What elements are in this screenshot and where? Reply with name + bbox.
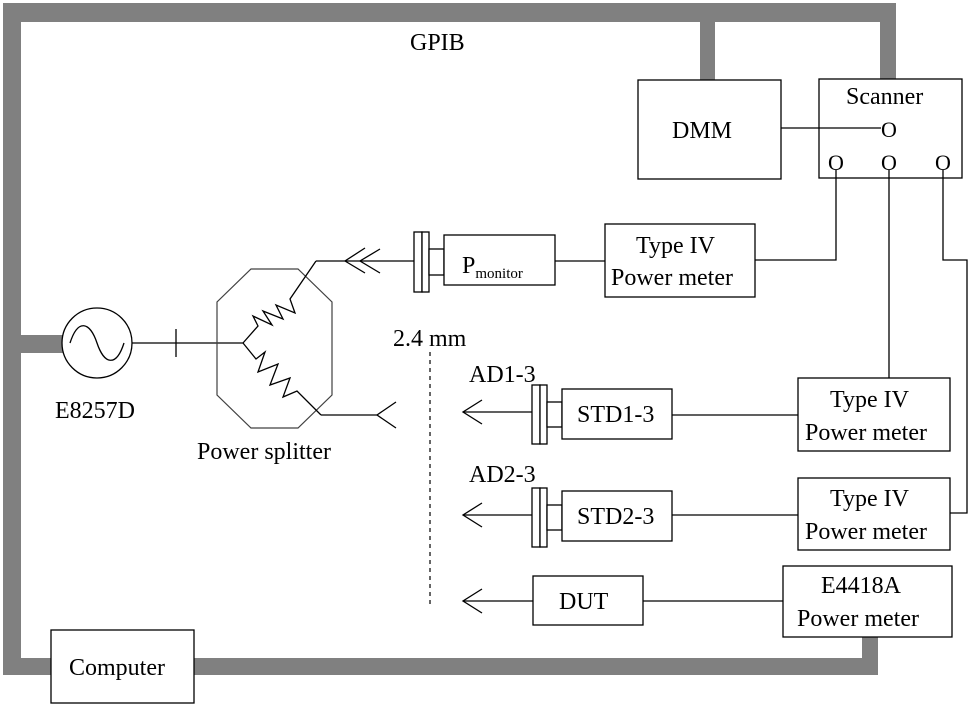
open-connector-icon [375, 401, 397, 429]
std1-connector-flange-2 [539, 384, 548, 445]
type-iv-meter-1-line1: Type IV [636, 233, 716, 259]
e4418a-meter: E4418A Power meter [782, 565, 953, 638]
splitter-label: Power splitter [197, 439, 331, 465]
type-iv-meter-2-line1: Type IV [830, 387, 910, 413]
power-splitter: Power splitter [197, 260, 333, 465]
connector-size-label: 2.4 mm [393, 326, 467, 352]
type-iv-meter-3-line1: Type IV [830, 486, 910, 512]
monitor-sensor: Pmonitor [443, 234, 556, 286]
std1-connector-neck [546, 401, 563, 428]
monitor-connector-flange-2 [421, 231, 430, 293]
type-iv-meter-2: Type IV Power meter [797, 377, 951, 452]
splitter-resistor-upper [242, 260, 317, 344]
type-iv-meter-2-line2: Power meter [805, 420, 927, 446]
type-iv-meter-1-line2: Power meter [611, 265, 733, 291]
e4418a-meter-line2: Power meter [797, 606, 919, 632]
monitor-sensor-main: P [462, 253, 475, 279]
type-iv-meter-1: Type IV Power meter [604, 223, 756, 298]
computer-label: Computer [69, 655, 165, 681]
gpib-bus-generator-stub [3, 335, 63, 353]
splitter-resistor-lower [242, 342, 322, 416]
e4418a-meter-line1: E4418A [821, 573, 902, 599]
dut-label: DUT [559, 589, 609, 615]
scanner-wire-3 [942, 170, 968, 514]
computer: Computer [50, 629, 195, 704]
std2-connector-flange-1 [531, 487, 541, 548]
gpib-label: GPIB [410, 30, 465, 56]
scanner-wire-1 [755, 170, 837, 261]
signal-generator: E8257D [55, 307, 135, 424]
adapter1-label: AD1-3 [469, 362, 536, 388]
monitor-connector-flange-1 [413, 231, 423, 293]
splitter-octagon [216, 268, 333, 429]
type-iv-meter-3: Type IV Power meter [797, 477, 951, 551]
monitor-connector-neck [428, 248, 445, 276]
gpib-bus-dmm-drop [700, 3, 715, 80]
dmm-label: DMM [672, 118, 732, 144]
gpib-bus-top [3, 3, 896, 22]
gpib-bus-e4418a-drop [862, 636, 878, 675]
monitor-sensor-subscript: monitor [475, 266, 523, 282]
adapter2-label: AD2-3 [469, 462, 536, 488]
gpib-bus-scanner-drop [880, 3, 896, 79]
std1-connector-flange-1 [531, 384, 541, 445]
std1-label: STD1-3 [577, 402, 654, 428]
std2-connector-flange-2 [539, 487, 548, 548]
std2-label: STD2-3 [577, 504, 654, 530]
measurement-setup-diagram: GPIB DMM Scanner O O O O E8257D Power sp… [3, 3, 968, 704]
scanner-port-common: O [881, 117, 897, 142]
generator-label: E8257D [55, 398, 135, 424]
std2-connector-neck [546, 504, 563, 531]
type-iv-meter-3-line2: Power meter [805, 519, 927, 545]
monitor-connector [413, 231, 445, 293]
dmm-instrument: DMM [637, 79, 782, 180]
scanner-label: Scanner [846, 84, 923, 110]
